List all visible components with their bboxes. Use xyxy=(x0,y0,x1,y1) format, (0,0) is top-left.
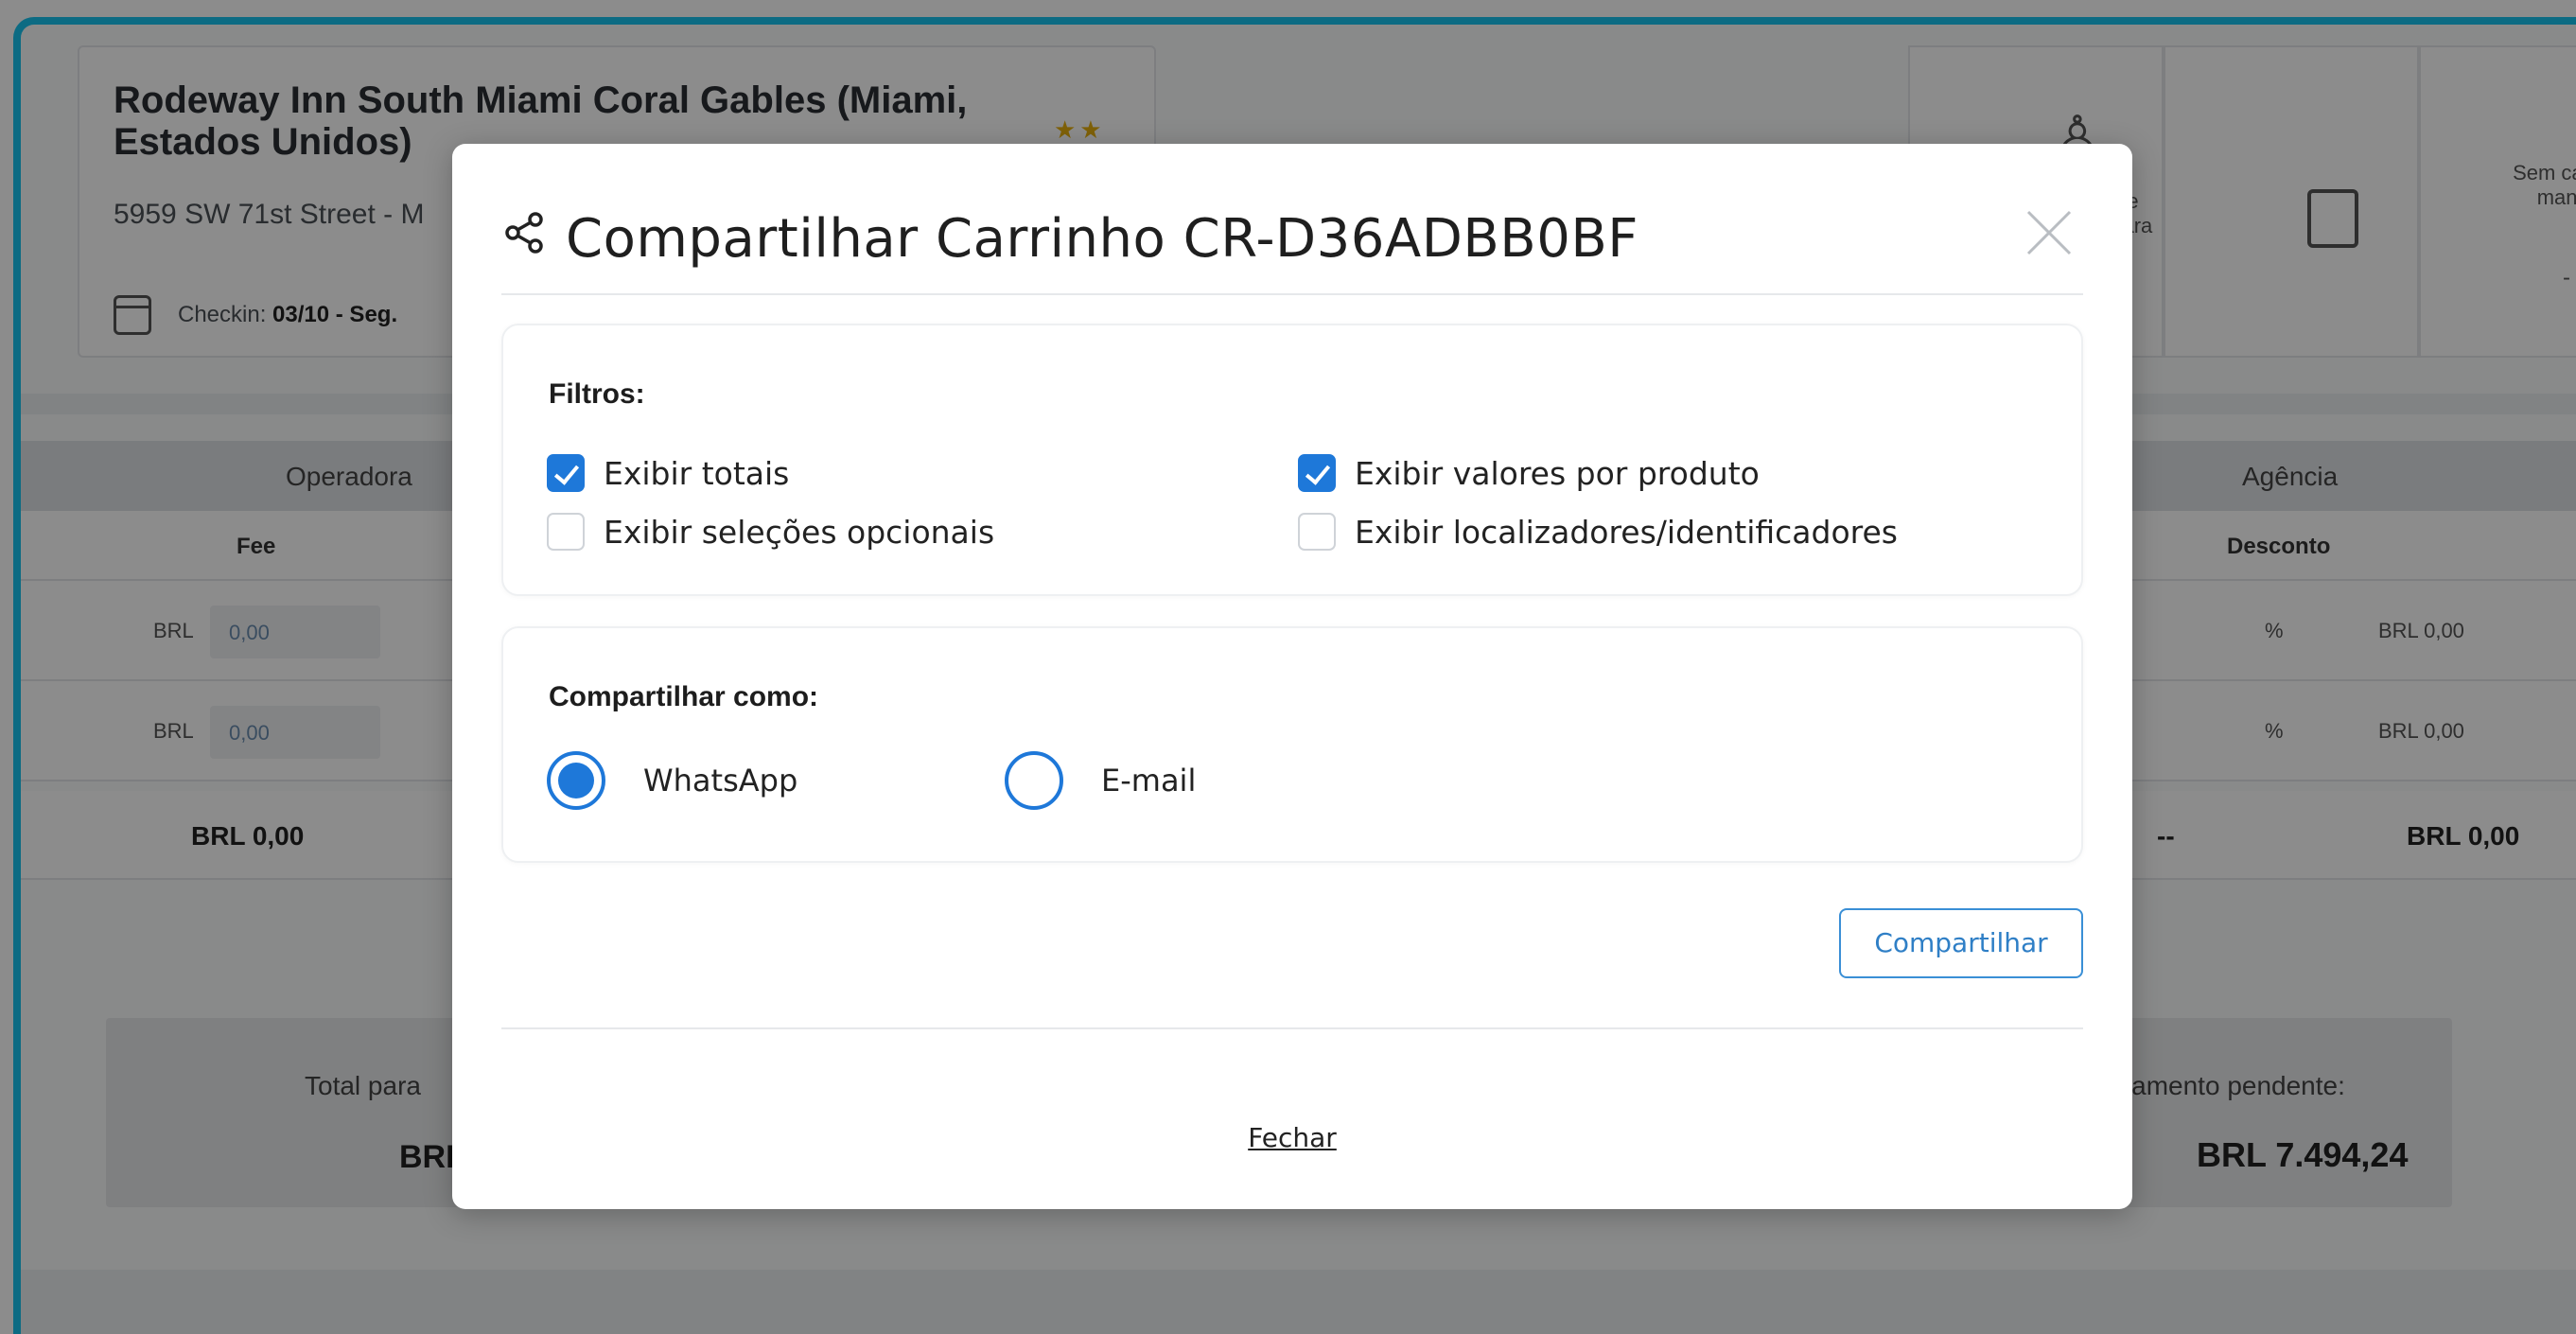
checkbox-label: Exibir localizadores/identificadores xyxy=(1355,513,1898,551)
radio-whatsapp[interactable]: WhatsApp xyxy=(547,751,797,810)
share-cart-modal: Compartilhar Carrinho CR-D36ADBB0BF Filt… xyxy=(452,144,2132,1209)
share-as-title: Compartilhar como: xyxy=(549,681,819,712)
modal-header: Compartilhar Carrinho CR-D36ADBB0BF xyxy=(501,191,2083,295)
radio-email[interactable]: E-mail xyxy=(1005,751,1196,810)
radio-circle[interactable] xyxy=(547,751,605,810)
checkbox-box[interactable] xyxy=(547,513,585,551)
radio-circle[interactable] xyxy=(1005,751,1063,810)
checkbox-label: Exibir valores por produto xyxy=(1355,454,1760,492)
radio-label: WhatsApp xyxy=(643,763,798,799)
checkbox-show-product-values[interactable]: Exibir valores por produto xyxy=(1298,454,1760,492)
close-link[interactable]: Fechar xyxy=(1248,1122,1337,1153)
checkbox-label: Exibir seleções opcionais xyxy=(604,513,995,551)
filters-title: Filtros: xyxy=(549,378,645,410)
share-button[interactable]: Compartilhar xyxy=(1839,908,2083,978)
checkbox-box[interactable] xyxy=(1298,513,1336,551)
filters-section: Filtros: Exibir totais Exibir seleções o… xyxy=(501,324,2083,596)
close-icon[interactable] xyxy=(2021,204,2077,261)
share-icon xyxy=(505,212,543,254)
radio-label: E-mail xyxy=(1101,763,1197,799)
footer-divider xyxy=(501,1027,2083,1029)
share-as-section: Compartilhar como: WhatsApp E-mail xyxy=(501,626,2083,863)
checkbox-box[interactable] xyxy=(547,454,585,492)
checkbox-box[interactable] xyxy=(1298,454,1336,492)
checkbox-show-locators[interactable]: Exibir localizadores/identificadores xyxy=(1298,513,1898,551)
checkbox-label: Exibir totais xyxy=(604,454,790,492)
checkbox-show-totals[interactable]: Exibir totais xyxy=(547,454,789,492)
checkbox-show-optional-selections[interactable]: Exibir seleções opcionais xyxy=(547,513,994,551)
modal-footer: Fechar xyxy=(452,1122,2132,1153)
modal-title: Compartilhar Carrinho CR-D36ADBB0BF xyxy=(566,208,1638,270)
